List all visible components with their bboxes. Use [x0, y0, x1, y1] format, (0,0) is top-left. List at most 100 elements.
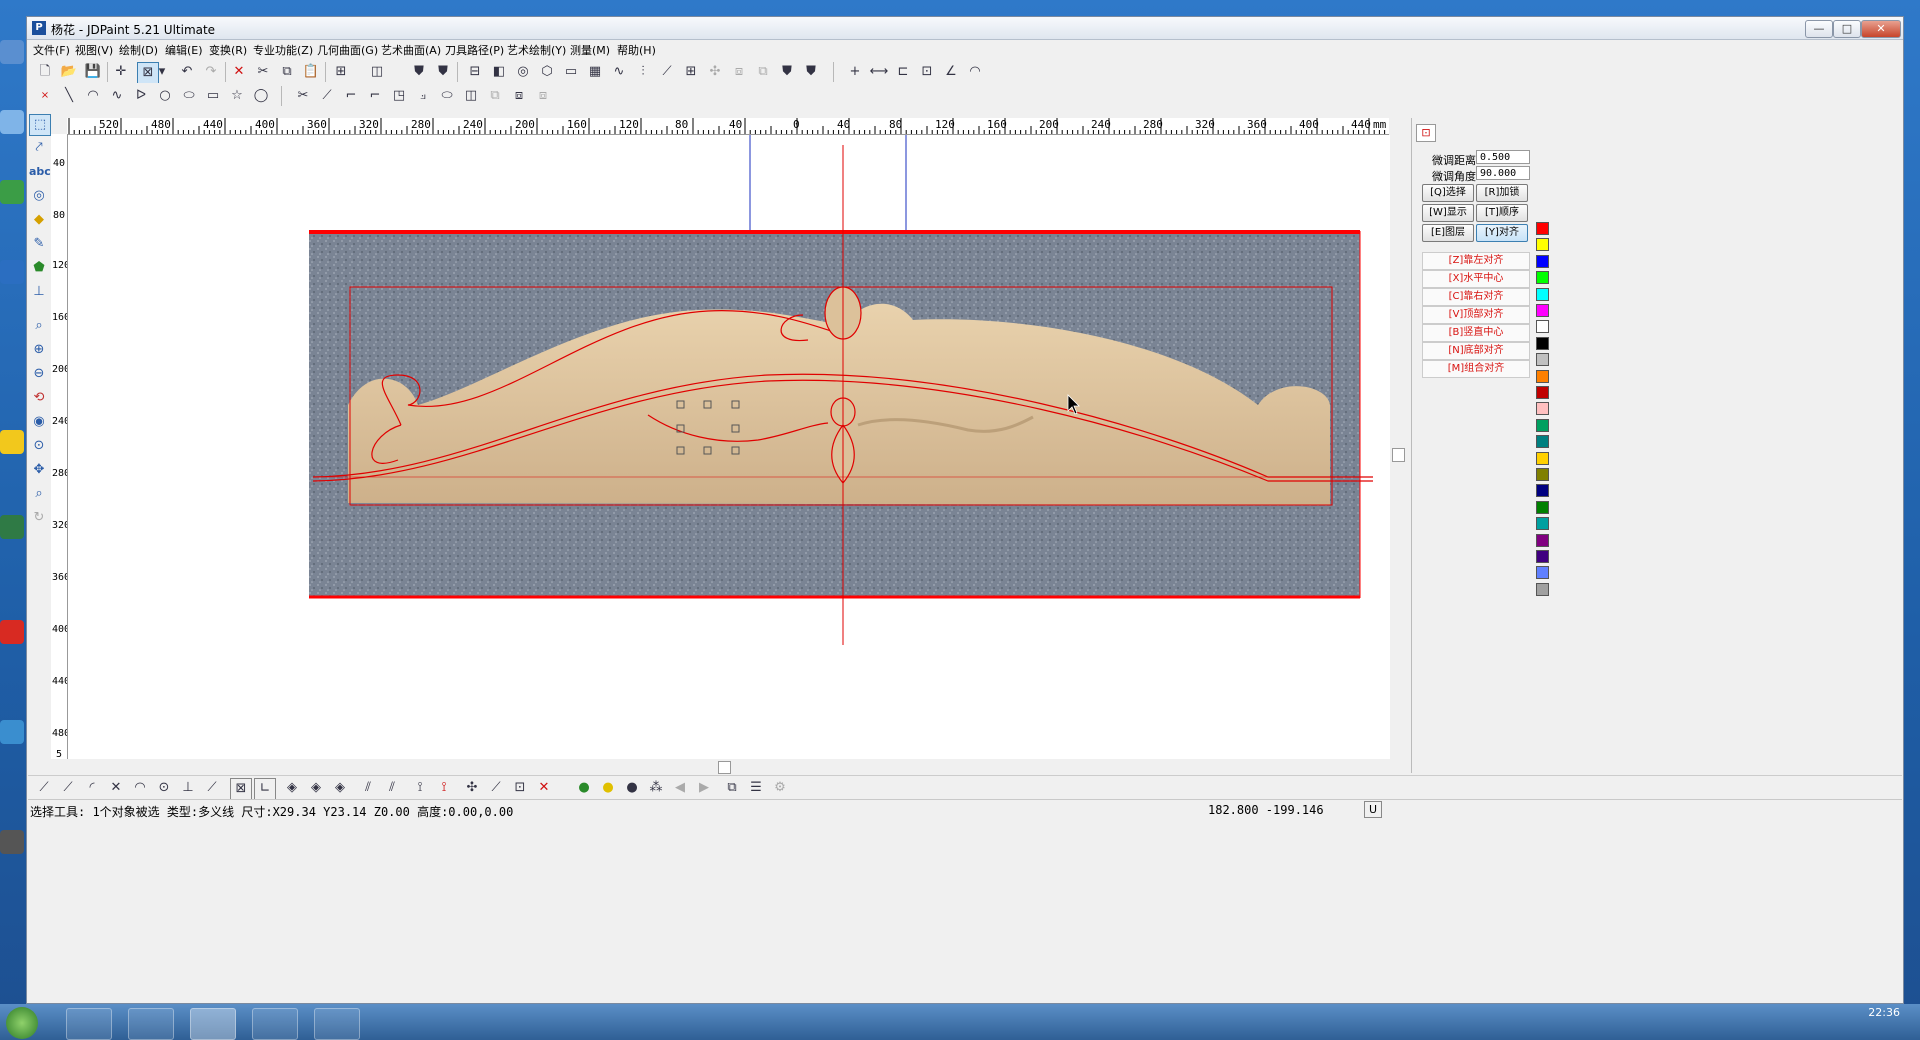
- maximize-button[interactable]: □: [1833, 20, 1861, 38]
- copy-icon[interactable]: ⧉: [277, 62, 297, 82]
- paste-icon[interactable]: 📋: [301, 62, 321, 82]
- color-swatch[interactable]: [1536, 418, 1549, 432]
- color-swatch[interactable]: [1536, 369, 1549, 383]
- arc-icon[interactable]: ◠: [83, 86, 103, 106]
- spline-icon[interactable]: ∿: [107, 86, 127, 106]
- tool-k-icon[interactable]: ✣: [705, 62, 725, 82]
- node-join-icon[interactable]: ⊡: [510, 778, 530, 798]
- slot-icon[interactable]: ⬭: [437, 86, 457, 106]
- snap-perpendicular-icon[interactable]: ⊥: [178, 778, 198, 798]
- remove-icon[interactable]: ✕: [534, 778, 554, 798]
- menu-pro-functions[interactable]: 专业功能(Z): [253, 42, 313, 58]
- panel-tab-icon[interactable]: ⊡: [1416, 124, 1436, 142]
- taskbar-folder-icon[interactable]: [128, 1008, 174, 1040]
- tool-b-icon[interactable]: ◧: [489, 62, 509, 82]
- tool-a-icon[interactable]: ⊟: [465, 62, 485, 82]
- drawing-canvas[interactable]: [68, 135, 1390, 759]
- horizontal-scrollbar[interactable]: [68, 759, 1390, 775]
- scroll-thumb[interactable]: [718, 761, 731, 774]
- color-swatch[interactable]: [1536, 533, 1549, 547]
- star-icon[interactable]: ☆: [227, 86, 247, 106]
- tool-g-icon[interactable]: ∿: [609, 62, 629, 82]
- desktop-icon[interactable]: [0, 720, 24, 744]
- circle-icon[interactable]: ○: [155, 86, 175, 106]
- tool-d-icon[interactable]: ⬡: [537, 62, 557, 82]
- select-box-icon[interactable]: ⊠: [137, 62, 159, 84]
- paint-tool-icon[interactable]: ⬟: [29, 258, 49, 278]
- arrow-left-icon[interactable]: ◀: [670, 778, 690, 798]
- node-delete-icon[interactable]: ⟟: [434, 778, 454, 798]
- align-hcenter-button[interactable]: [X]水平中心: [1422, 270, 1530, 288]
- menu-art-surface[interactable]: 艺术曲面(A): [381, 42, 441, 58]
- fillet-icon[interactable]: ⌐: [341, 86, 361, 106]
- start-button[interactable]: [6, 1007, 38, 1039]
- menu-view[interactable]: 视图(V): [75, 42, 113, 58]
- redo-icon[interactable]: ↷: [201, 62, 221, 82]
- menu-geometric-surface[interactable]: 几何曲面(G): [317, 42, 378, 58]
- taskbar-jdpaint-icon[interactable]: [190, 1008, 236, 1040]
- fine-distance-input[interactable]: 0.500: [1476, 150, 1530, 164]
- node-add-icon[interactable]: ⟟: [410, 778, 430, 798]
- text-tool-icon[interactable]: abc: [29, 162, 51, 182]
- shield-icon[interactable]: ⛊: [409, 62, 429, 82]
- desktop-icon[interactable]: [0, 260, 24, 284]
- color-swatch[interactable]: [1536, 517, 1549, 531]
- view-3d-icon[interactable]: ◫: [367, 62, 387, 82]
- tool-n-icon[interactable]: ⛊: [777, 62, 797, 82]
- color-swatch[interactable]: [1536, 468, 1549, 481]
- color-swatch[interactable]: [1536, 451, 1549, 465]
- circle-large-icon[interactable]: ◯: [251, 86, 271, 106]
- tool-o-icon[interactable]: ⛊: [801, 62, 821, 82]
- menu-measure[interactable]: 测量(M): [570, 42, 610, 58]
- corner-icon[interactable]: ◳: [389, 86, 409, 106]
- snap-arc-icon[interactable]: ◜: [82, 778, 102, 798]
- color-swatch[interactable]: [1536, 320, 1549, 334]
- bulb-yellow-icon[interactable]: ●: [598, 778, 618, 798]
- snap-diamond-icon[interactable]: ◈: [282, 778, 302, 798]
- chevron-down-icon[interactable]: ▾: [157, 62, 167, 82]
- zoom-fit-icon[interactable]: ⌕: [29, 484, 49, 504]
- transform-tool-icon[interactable]: ◎: [29, 186, 49, 206]
- close-button[interactable]: ✕: [1861, 20, 1901, 38]
- layer-button[interactable]: [E]图层: [1422, 224, 1474, 242]
- align-left-button[interactable]: [Z]靠左对齐: [1422, 252, 1530, 270]
- align-vcenter-button[interactable]: [B]竖直中心: [1422, 324, 1530, 342]
- open-file-icon[interactable]: 📂: [59, 62, 79, 82]
- menu-edit[interactable]: 编辑(E): [165, 42, 203, 58]
- order-button[interactable]: [T]顺序: [1476, 204, 1528, 222]
- display-button[interactable]: [W]显示: [1422, 204, 1474, 222]
- crosshair-icon[interactable]: ✛: [111, 62, 131, 82]
- node-move-icon[interactable]: ✣: [462, 778, 482, 798]
- line-icon[interactable]: ╲: [59, 86, 79, 106]
- color-swatch[interactable]: [1536, 304, 1549, 317]
- desktop-icon[interactable]: [0, 620, 24, 644]
- select-button[interactable]: [Q]选择: [1422, 184, 1474, 202]
- align-bottom-button[interactable]: [N]底部对齐: [1422, 342, 1530, 360]
- snap-midpoint-icon[interactable]: ⟋: [58, 778, 78, 798]
- extend-icon[interactable]: ⟋: [317, 86, 337, 106]
- align-group-button[interactable]: [M]组合对齐: [1422, 360, 1530, 378]
- desktop-icon[interactable]: [0, 830, 24, 854]
- color-swatch[interactable]: [1536, 484, 1549, 498]
- color-swatch[interactable]: [1536, 336, 1549, 350]
- desktop-icon[interactable]: [0, 110, 24, 134]
- align-button[interactable]: [Y]对齐: [1476, 224, 1528, 242]
- menu-help[interactable]: 帮助(H): [617, 42, 656, 58]
- snap-nearest-icon[interactable]: ⟋: [202, 778, 222, 798]
- bulb-group-icon[interactable]: ⁂: [646, 778, 666, 798]
- arc-dim-icon[interactable]: ◠: [965, 62, 985, 82]
- zoom-all-icon[interactable]: ⊙: [29, 436, 49, 456]
- snap-endpoint-icon[interactable]: ⟋: [34, 778, 54, 798]
- bridge-icon[interactable]: ⟓: [413, 86, 433, 106]
- rotate-view-icon[interactable]: ↻: [29, 508, 49, 528]
- color-swatch[interactable]: [1536, 500, 1549, 514]
- tool-e-icon[interactable]: ▭: [561, 62, 581, 82]
- list-icon[interactable]: ☰: [746, 778, 766, 798]
- node-edit-icon[interactable]: ⤤: [29, 138, 49, 158]
- cut-icon[interactable]: ✂: [253, 62, 273, 82]
- desktop-icon[interactable]: [0, 430, 24, 454]
- polyline-icon[interactable]: ᐅ: [131, 86, 151, 106]
- array-icon[interactable]: ⧉: [485, 86, 505, 106]
- snap-diamond3-icon[interactable]: ◈: [330, 778, 350, 798]
- undo-icon[interactable]: ↶: [177, 62, 197, 82]
